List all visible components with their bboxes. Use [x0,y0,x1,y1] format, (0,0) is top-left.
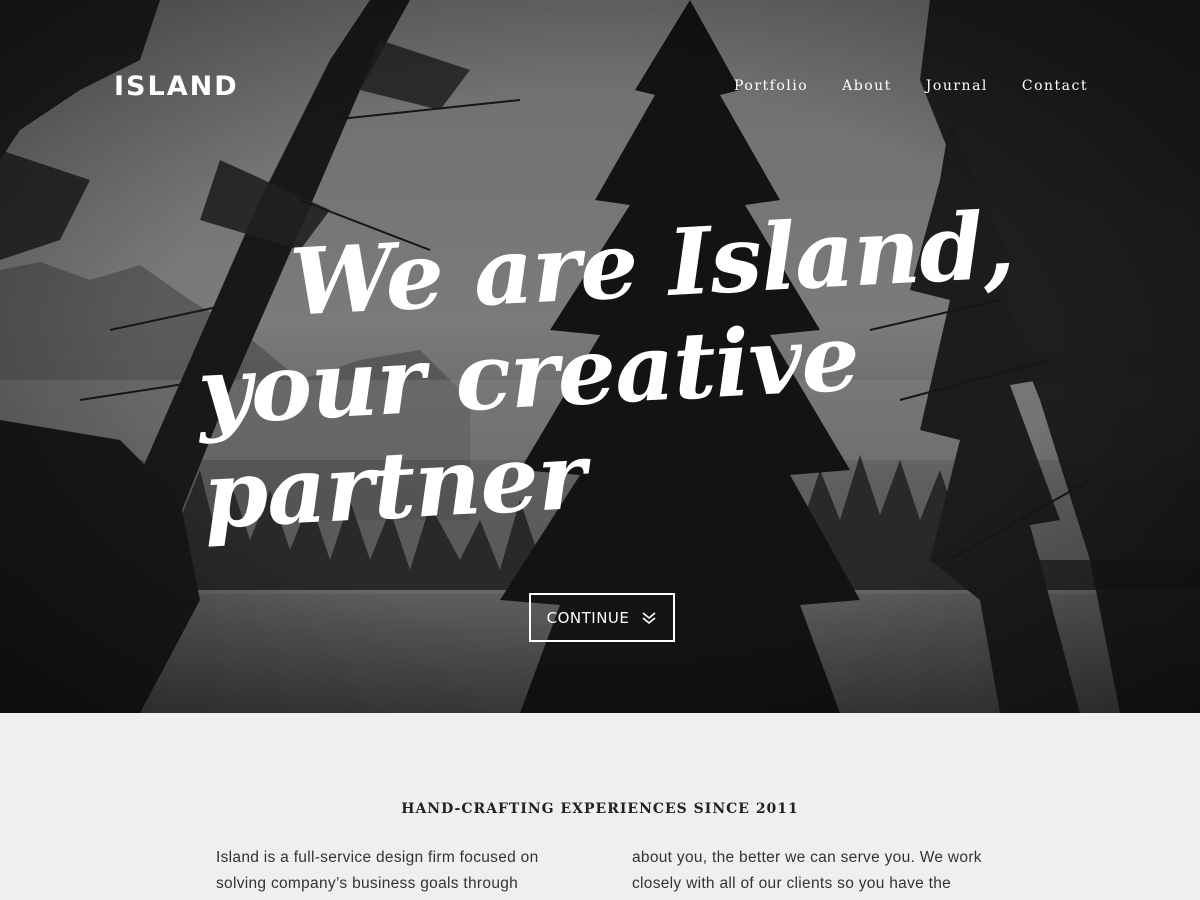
nav-link-journal[interactable]: Journal [926,76,988,96]
intro-text-right: about you, the better we can serve you. … [632,849,982,892]
intro-section: HAND-CRAFTING EXPERIENCES SINCE 2011 Isl… [0,713,1200,900]
continue-button-label: CONTINUE [546,608,630,627]
intro-text-left: Island is a full-service design firm foc… [216,849,539,892]
nav-link-about[interactable]: About [842,76,892,96]
intro-tagline: HAND-CRAFTING EXPERIENCES SINCE 2011 [401,801,799,817]
nav-link-portfolio[interactable]: Portfolio [734,76,808,96]
hero-section: ISLAND Portfolio About Journal Contact W… [0,0,1200,713]
nav-link-contact[interactable]: Contact [1022,76,1088,96]
double-chevron-down-icon [642,611,656,624]
main-navigation: Portfolio About Journal Contact [734,76,1088,96]
continue-button[interactable]: CONTINUE [529,593,675,642]
site-logo[interactable]: ISLAND [114,70,239,104]
hero-headline: We are Island, your creative partner [190,191,1055,550]
hero-headline-line-2: your creative partner [195,303,862,550]
